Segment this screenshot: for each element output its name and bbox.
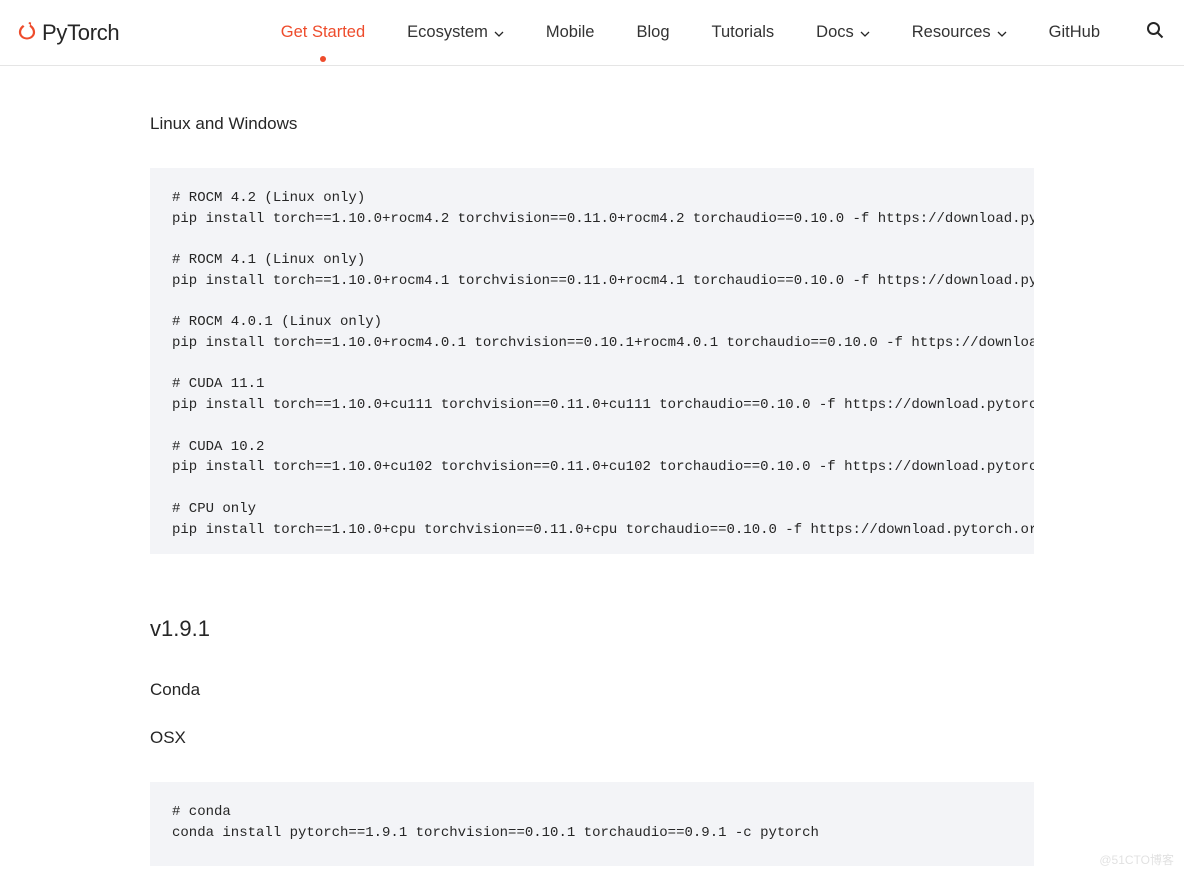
code-block-install-commands[interactable]: # ROCM 4.2 (Linux only) pip install torc… <box>150 168 1034 554</box>
nav-get-started[interactable]: Get Started <box>281 23 365 42</box>
heading-osx: OSX <box>150 728 1034 748</box>
nav-github[interactable]: GitHub <box>1049 23 1100 42</box>
page-content: Linux and Windows # ROCM 4.2 (Linux only… <box>0 66 1184 866</box>
nav-resources[interactable]: Resources <box>912 23 1007 42</box>
brand-name: PyTorch <box>42 20 119 46</box>
search-icon[interactable] <box>1142 21 1164 44</box>
chevron-down-icon <box>494 23 504 42</box>
nav-tutorials[interactable]: Tutorials <box>712 23 775 42</box>
nav-mobile[interactable]: Mobile <box>546 23 595 42</box>
heading-linux-windows: Linux and Windows <box>150 114 1034 134</box>
heading-conda: Conda <box>150 680 1034 700</box>
code-block-conda-install[interactable]: # conda conda install pytorch==1.9.1 tor… <box>150 782 1034 865</box>
watermark-text: @51CTO博客 <box>1099 851 1174 868</box>
heading-version-191: v1.9.1 <box>150 616 1034 642</box>
chevron-down-icon <box>860 23 870 42</box>
pytorch-flame-icon <box>18 19 36 47</box>
nav-ecosystem[interactable]: Ecosystem <box>407 23 504 42</box>
brand-logo[interactable]: PyTorch <box>18 19 119 47</box>
site-header: PyTorch Get Started Ecosystem Mobile Blo… <box>0 0 1184 66</box>
main-nav: Get Started Ecosystem Mobile Blog Tutori… <box>281 21 1164 44</box>
nav-docs[interactable]: Docs <box>816 23 870 42</box>
chevron-down-icon <box>997 23 1007 42</box>
nav-blog[interactable]: Blog <box>636 23 669 42</box>
